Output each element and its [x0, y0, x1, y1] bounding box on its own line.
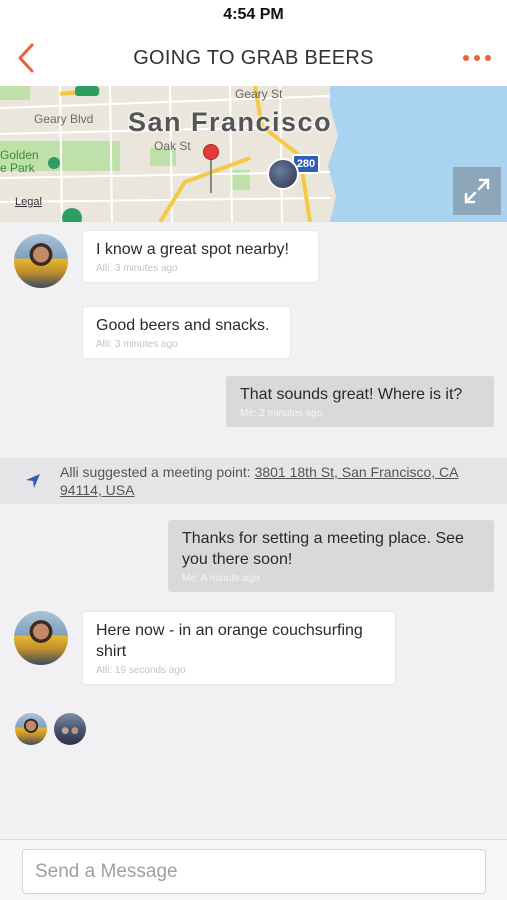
map-pin-stem	[210, 159, 212, 193]
status-bar: 4:54 PM	[0, 0, 507, 30]
map-label-park: Golden e Park	[0, 148, 39, 175]
location-arrow-icon	[26, 474, 40, 488]
meeting-point-notice: Alli suggested a meeting point: 3801 18t…	[0, 458, 507, 504]
meeting-point-text: Alli suggested a meeting point: 3801 18t…	[60, 463, 490, 499]
message-bubble[interactable]: I know a great spot nearby! Alli: 3 minu…	[83, 231, 318, 282]
chevron-left-icon	[18, 43, 34, 73]
page-title: GOING TO GRAB BEERS	[133, 46, 374, 69]
map-user-avatar[interactable]	[267, 158, 299, 190]
message-bubble[interactable]: Good beers and snacks. Alli: 3 minutes a…	[83, 307, 290, 358]
message-text: Good beers and snacks.	[96, 317, 270, 334]
avatar-alli[interactable]	[14, 611, 68, 665]
message-text: Thanks for setting a meeting place. See …	[182, 530, 464, 568]
nav-bar: GOING TO GRAB BEERS	[0, 30, 507, 86]
message-bubble[interactable]: Here now - in an orange couchsurfing shi…	[83, 612, 395, 684]
more-dot	[474, 55, 480, 61]
map-label-geary-st: Geary St	[235, 87, 283, 101]
status-time: 4:54 PM	[223, 6, 284, 23]
message-meta: Alli: 19 seconds ago	[96, 665, 186, 676]
map-city-label: San Francisco	[128, 107, 333, 137]
map-view[interactable]: Geary St Geary Blvd San Francisco Oak St…	[0, 86, 507, 222]
back-button[interactable]	[8, 40, 44, 76]
participant-avatar-alli[interactable]	[15, 713, 47, 745]
message-meta: Alli: 3 minutes ago	[96, 339, 178, 350]
map-legal-link[interactable]: Legal	[15, 196, 42, 208]
message-bubble[interactable]: That sounds great! Where is it? Me: 2 mi…	[226, 376, 494, 427]
message-meta: Me: 2 minutes ago	[240, 408, 323, 419]
map-label-oak-st: Oak St	[154, 139, 191, 153]
participant-avatar-me[interactable]	[54, 713, 86, 745]
message-meta: Alli: 3 minutes ago	[96, 263, 178, 274]
map-pin-icon[interactable]	[203, 144, 219, 160]
more-dot	[485, 55, 491, 61]
expand-icon	[464, 178, 490, 204]
expand-map-button[interactable]	[453, 167, 501, 215]
message-input[interactable]	[22, 849, 486, 894]
message-composer	[0, 839, 507, 900]
message-bubble[interactable]: Thanks for setting a meeting place. See …	[168, 520, 494, 592]
message-text: Here now - in an orange couchsurfing shi…	[96, 622, 363, 660]
more-dots-icon	[463, 55, 469, 61]
message-text: I know a great spot nearby!	[96, 241, 289, 258]
avatar-alli[interactable]	[14, 234, 68, 288]
more-options-button[interactable]	[457, 40, 497, 76]
message-text: That sounds great! Where is it?	[240, 386, 463, 403]
map-label-geary-blvd: Geary Blvd	[34, 112, 94, 126]
message-meta: Me: A minute ago	[182, 573, 260, 584]
meeting-point-prefix: Alli suggested a meeting point:	[60, 464, 255, 480]
